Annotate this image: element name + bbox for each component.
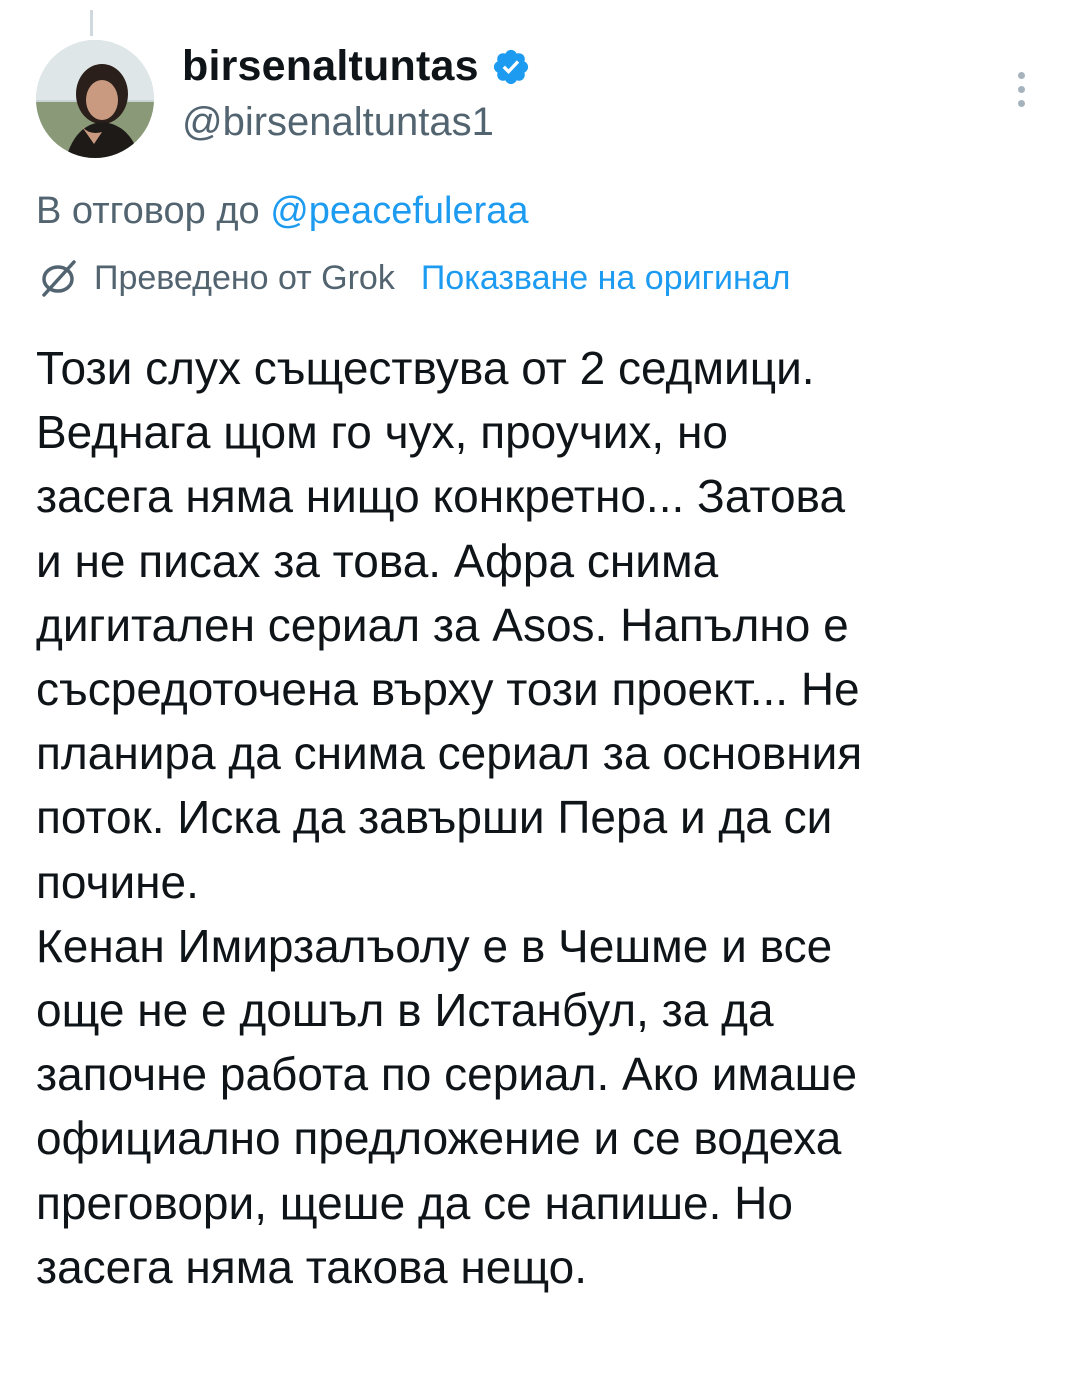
show-original-link[interactable]: Показване на оригинал: [421, 259, 791, 298]
tweet-text: Този слух съществува от 2 седмици. Ведна…: [36, 336, 1046, 1299]
more-options-icon[interactable]: [1010, 70, 1034, 110]
avatar-image: [36, 40, 154, 158]
reply-prefix: В отговор до: [36, 190, 271, 232]
author-name-row: birsenaltuntas: [182, 42, 531, 91]
reply-mention-link[interactable]: @peacefuleraa: [270, 190, 528, 232]
tweet-paragraph: Този слух съществува от 2 седмици. Ведна…: [36, 342, 863, 908]
tweet-paragraph: Кенан Имирзалъолу е в Чешме и все още не…: [36, 919, 858, 1293]
translated-by-label: Преведено от Grok: [94, 258, 395, 297]
reply-context: В отговор до @peacefuleraa: [36, 190, 529, 233]
author-handle[interactable]: @birsenaltuntas1: [182, 100, 494, 145]
translation-notice: Преведено от Grok Показване на оригинал: [36, 258, 791, 298]
verified-badge-icon: [491, 47, 531, 87]
translate-icon: [36, 258, 80, 298]
avatar[interactable]: [36, 40, 154, 158]
thread-connector-line: [90, 10, 93, 36]
author-display-name[interactable]: birsenaltuntas: [182, 42, 479, 91]
